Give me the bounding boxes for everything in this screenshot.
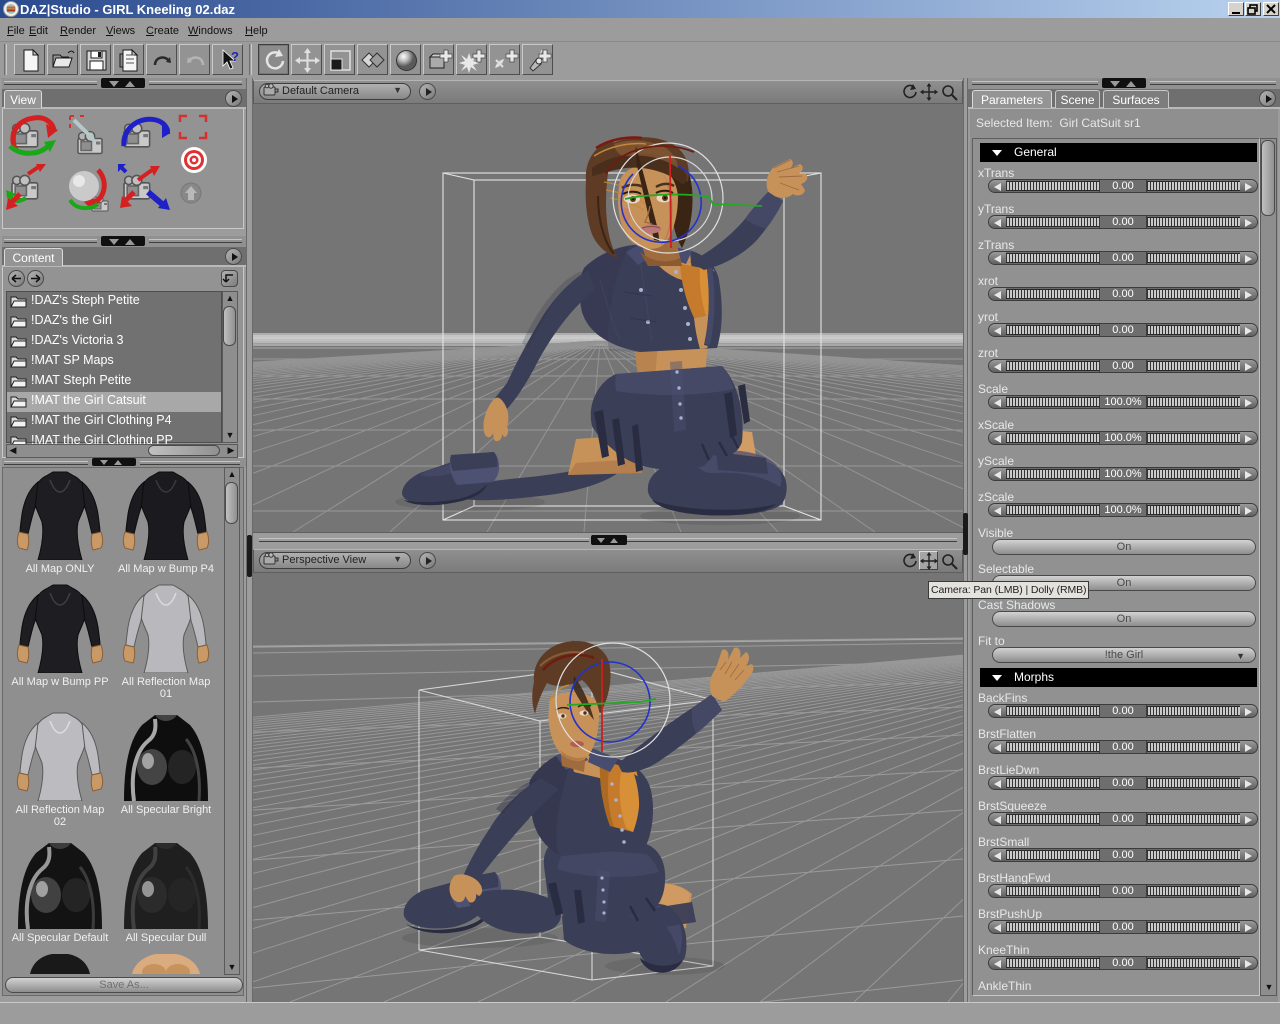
svg-text:?: ? bbox=[231, 49, 239, 64]
